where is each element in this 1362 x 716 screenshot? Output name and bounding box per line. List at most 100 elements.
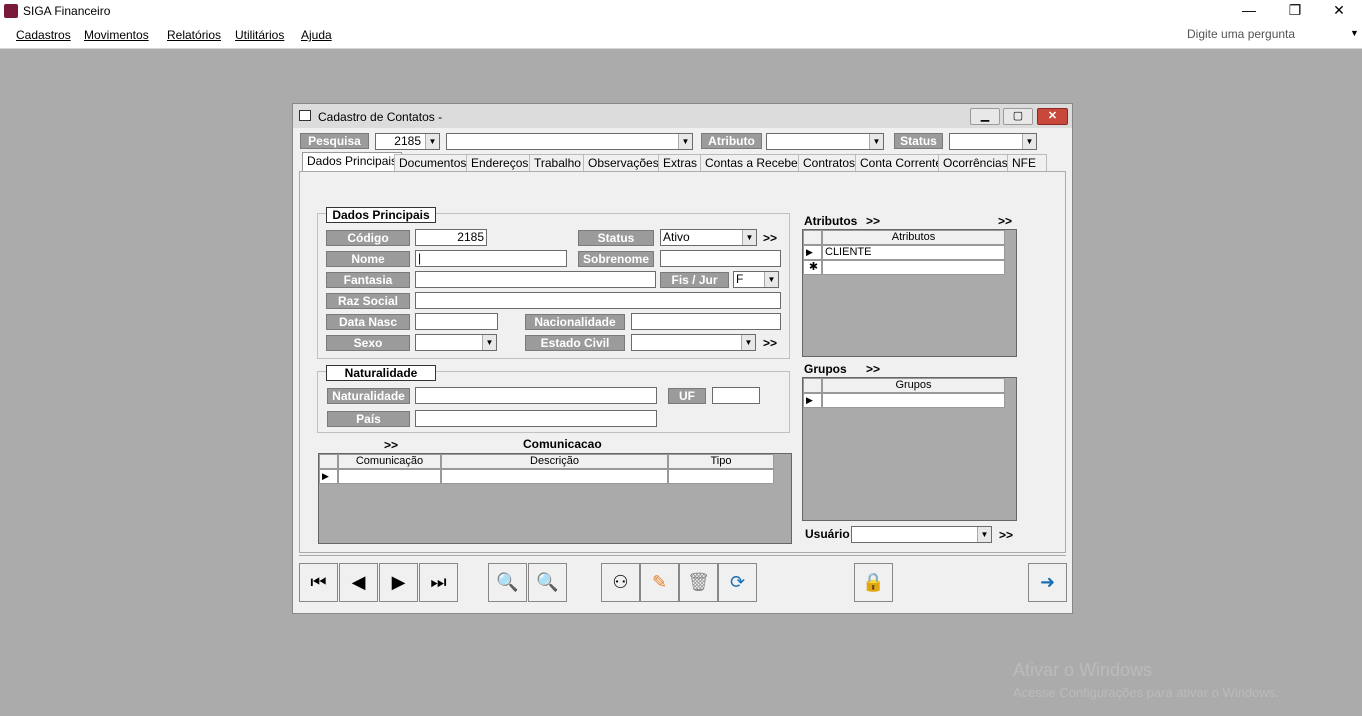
dialog-close-button[interactable]: ✕ (1037, 108, 1068, 125)
chevron-down-icon[interactable]: ▼ (869, 134, 883, 149)
dialog-maximize-button[interactable]: ▢ (1003, 108, 1033, 125)
usuario-label: Usuário (805, 527, 850, 541)
razao-social-field[interactable] (415, 292, 781, 309)
edit-icon[interactable]: ✎ (640, 563, 679, 602)
atributos-grid[interactable]: Atributos ▶ CLIENTE ✱ (802, 229, 1017, 357)
grid-corner (319, 454, 338, 469)
lock-icon[interactable]: 🔒 (854, 563, 893, 602)
tab-trabalho[interactable]: Trabalho (529, 154, 586, 172)
restore-button[interactable]: ❐ (1272, 0, 1318, 23)
grupos-more-button[interactable]: >> (866, 362, 880, 376)
estado-civil-select[interactable]: ▼ (631, 334, 756, 351)
sexo-select[interactable]: ▼ (415, 334, 497, 351)
chevron-down-icon[interactable]: ▼ (741, 335, 755, 350)
grupos-grid[interactable]: Grupos ▶ (802, 377, 1017, 521)
dialog-minimize-button[interactable]: ▁ (970, 108, 1000, 125)
sobrenome-field[interactable] (660, 250, 781, 267)
tab-documentos[interactable]: Documentos (394, 154, 472, 172)
chevron-down-icon[interactable]: ▼ (425, 134, 439, 149)
search-icon[interactable]: 🔍 (488, 563, 527, 602)
activation-watermark-title: Ativar o Windows (1013, 660, 1153, 680)
grid-corner (803, 378, 822, 393)
status-select[interactable]: Ativo ▼ (660, 229, 757, 246)
refresh-icon[interactable]: ⟳ (718, 563, 757, 602)
fisjur-label: Fis / Jur (660, 272, 729, 288)
tab-contratos[interactable]: Contratos (798, 154, 861, 172)
menu-cadastros[interactable]: Cadastros (16, 28, 71, 42)
nacionalidade-field[interactable] (631, 313, 781, 330)
chevron-down-icon[interactable]: ▼ (1350, 28, 1359, 38)
col-atributos[interactable]: Atributos (822, 230, 1005, 245)
tab-nfe[interactable]: NFE (1007, 154, 1047, 172)
grid-corner (803, 230, 822, 245)
menu-ajuda[interactable]: Ajuda (301, 28, 332, 42)
table-row-cell[interactable] (668, 469, 774, 484)
col-descricao[interactable]: Descrição (441, 454, 668, 469)
fantasia-field[interactable] (415, 271, 656, 288)
nome-field[interactable]: | (415, 250, 567, 267)
sexo-label: Sexo (326, 335, 410, 351)
chevron-down-icon[interactable]: ▼ (977, 527, 991, 542)
tab-conta-corrente[interactable]: Conta Corrente (855, 154, 948, 172)
dialog-titlebar: Cadastro de Contatos - ▁ ▢ ✕ (293, 104, 1072, 128)
col-grupos[interactable]: Grupos (822, 378, 1005, 393)
tab-extras[interactable]: Extras (658, 154, 703, 172)
data-nasc-field[interactable] (415, 313, 498, 330)
atributo-new-cell[interactable] (822, 260, 1005, 275)
menu-movimentos[interactable]: Movimentos (84, 28, 149, 42)
first-record-icon[interactable]: ⏮ (299, 563, 338, 602)
menu-relatorios[interactable]: Relatórios (167, 28, 221, 42)
usuario-select[interactable]: ▼ (851, 526, 992, 543)
atributo-cell[interactable]: CLIENTE (822, 245, 1005, 260)
naturalidade-field[interactable] (415, 387, 657, 404)
chevron-down-icon[interactable]: ▼ (764, 272, 778, 287)
app-title: SIGA Financeiro (23, 4, 111, 18)
tab-enderecos[interactable]: Endereços (466, 154, 534, 172)
comunicacao-grid[interactable]: Comunicação Descrição Tipo ▶ (318, 453, 792, 544)
chevron-down-icon[interactable]: ▼ (1022, 134, 1036, 149)
col-tipo[interactable]: Tipo (668, 454, 774, 469)
close-window-button[interactable]: ✕ (1316, 0, 1362, 23)
pais-field[interactable] (415, 410, 657, 427)
exit-icon[interactable]: ➜ (1028, 563, 1067, 602)
usuario-more-button[interactable]: >> (999, 528, 1013, 542)
data-nasc-label: Data Nasc (326, 314, 410, 330)
fisjur-value: F (736, 272, 744, 286)
dialog-title: Cadastro de Contatos - (318, 110, 443, 124)
grupo-cell[interactable] (822, 393, 1005, 408)
uf-field[interactable] (712, 387, 760, 404)
naturalidade-title: Naturalidade (326, 365, 436, 381)
search-advanced-icon[interactable]: 🔍 (528, 563, 567, 602)
table-row-cell[interactable] (441, 469, 668, 484)
table-row-cell[interactable] (338, 469, 441, 484)
minimize-button[interactable]: — (1226, 0, 1272, 23)
status-more-button[interactable]: >> (763, 231, 777, 245)
atributos-expand-button[interactable]: >> (998, 214, 1012, 228)
col-comunicacao[interactable]: Comunicação (338, 454, 441, 469)
codigo-field[interactable]: 2185 (415, 229, 487, 246)
atributos-more-button[interactable]: >> (866, 214, 880, 228)
pesquisa-select[interactable]: 2185 ▼ (375, 133, 440, 150)
delete-icon[interactable]: 🗑 (679, 563, 718, 602)
pesquisa-text-select[interactable]: ▼ (446, 133, 693, 150)
chevron-down-icon[interactable]: ▼ (678, 134, 692, 149)
fisjur-select[interactable]: F ▼ (733, 271, 779, 288)
tab-dados-principais[interactable]: Dados Principais (302, 152, 403, 173)
ask-question-input[interactable]: Digite uma pergunta (1183, 26, 1361, 45)
status-filter-select[interactable]: ▼ (949, 133, 1037, 150)
menu-utilitarios[interactable]: Utilitários (235, 28, 284, 42)
nacionalidade-label: Nacionalidade (525, 314, 625, 330)
estado-civil-more-button[interactable]: >> (763, 336, 777, 350)
comunicacao-more-button[interactable]: >> (384, 438, 398, 452)
prev-record-icon[interactable]: ◀ (339, 563, 378, 602)
binoculars-icon[interactable]: ⚇ (601, 563, 640, 602)
tab-ocorrencias[interactable]: Ocorrências (938, 154, 1013, 172)
naturalidade-label: Naturalidade (327, 388, 410, 404)
tab-contas-a-receber[interactable]: Contas a Receber (700, 154, 807, 172)
tab-observacoes[interactable]: Observações (583, 154, 664, 172)
next-record-icon[interactable]: ▶ (379, 563, 418, 602)
atributo-select[interactable]: ▼ (766, 133, 884, 150)
last-record-icon[interactable]: ⏭ (419, 563, 458, 602)
chevron-down-icon[interactable]: ▼ (742, 230, 756, 245)
chevron-down-icon[interactable]: ▼ (482, 335, 496, 350)
